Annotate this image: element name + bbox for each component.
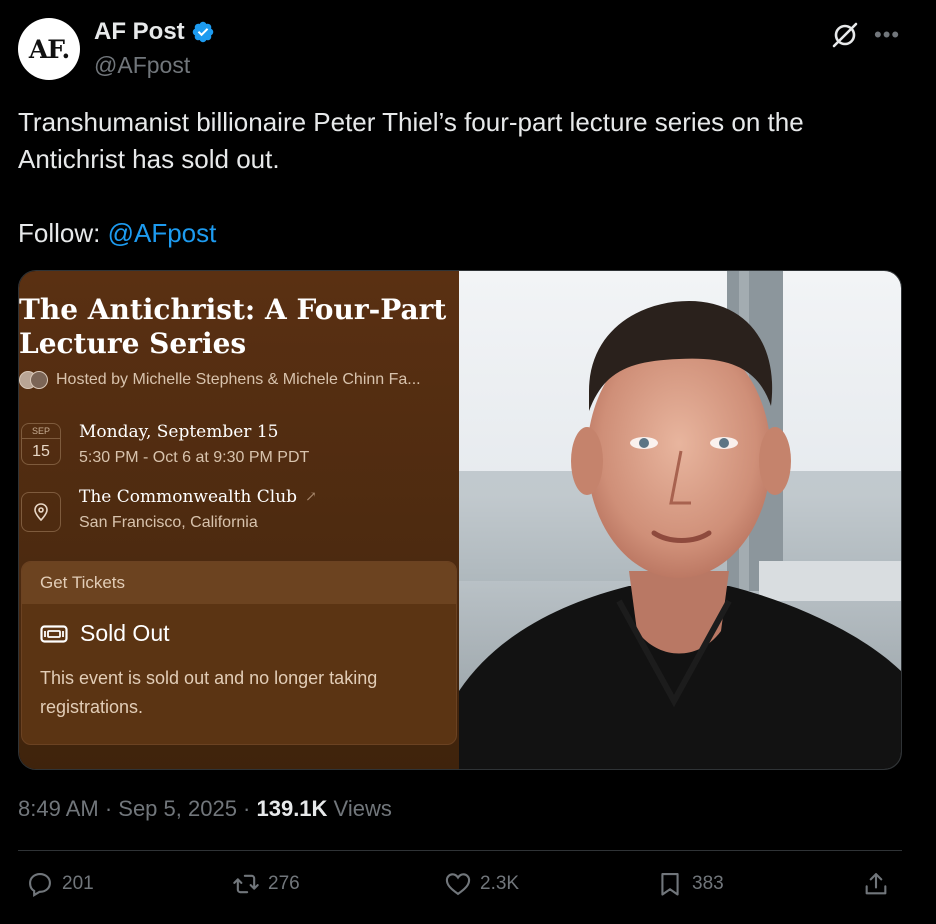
share-button[interactable] — [862, 870, 890, 898]
repost-icon — [233, 874, 259, 894]
sold-out-title: Sold Out — [80, 620, 170, 646]
like-count: 2.3K — [480, 873, 520, 894]
reply-count: 201 — [62, 873, 94, 894]
media-card[interactable]: The Antichrist: A Four-Part Lecture Seri… — [18, 270, 902, 770]
bookmark-icon — [661, 873, 679, 896]
post-meta: 8:49 AM · Sep 5, 2025 · 139.1K Views — [18, 796, 392, 822]
avatar-logo-text: AF. — [28, 34, 70, 64]
share-icon — [865, 873, 887, 895]
event-hosts: Hosted by Michelle Stephens & Michele Ch… — [19, 371, 459, 389]
event-title: The Antichrist: A Four-Part Lecture Seri… — [19, 293, 447, 360]
host-avatars — [19, 371, 48, 389]
divider — [18, 850, 902, 851]
external-arrow-icon: ↗ — [305, 489, 317, 505]
follow-handle-link[interactable]: @AFpost — [108, 218, 217, 248]
author-avatar[interactable]: AF. — [18, 18, 80, 80]
tickets-panel: Get Tickets Sold Out This event is sold … — [21, 561, 457, 745]
author-handle[interactable]: @AFpost — [94, 52, 190, 79]
repost-button[interactable]: 276 — [232, 870, 300, 898]
event-screenshot: The Antichrist: A Four-Part Lecture Seri… — [19, 271, 459, 769]
event-date: Monday, September 15 — [79, 422, 279, 442]
follow-line: Follow: @AFpost — [18, 215, 216, 252]
venue-name: The Commonwealth Club — [79, 487, 298, 507]
bookmark-button[interactable]: 383 — [656, 870, 724, 898]
post-timestamp[interactable]: 8:49 AM · Sep 5, 2025 · — [18, 796, 256, 821]
event-time: 5:30 PM - Oct 6 at 9:30 PM PDT — [79, 449, 310, 466]
heart-icon — [445, 873, 471, 896]
hosts-text: Hosted by Michelle Stephens & Michele Ch… — [56, 371, 421, 388]
more-options-icon[interactable]: ••• — [874, 22, 900, 48]
event-venue: The Commonwealth Club ↗ — [79, 487, 317, 507]
bookmark-count: 383 — [692, 873, 724, 894]
sold-out-row: Sold Out — [40, 620, 170, 647]
follow-label: Follow: — [18, 218, 108, 248]
calendar-icon: SEP 15 — [21, 423, 61, 465]
location-pin-icon — [21, 492, 61, 532]
sold-out-description: This event is sold out and no longer tak… — [40, 668, 378, 717]
author-name[interactable]: AF Post — [94, 18, 185, 46]
repost-count: 276 — [268, 873, 300, 894]
portrait-photo — [459, 271, 901, 769]
reply-button[interactable]: 201 — [26, 870, 94, 898]
date-day: 15 — [32, 443, 50, 460]
date-month: SEP — [22, 424, 60, 439]
tickets-header: Get Tickets — [22, 562, 456, 604]
like-button[interactable]: 2.3K — [444, 870, 519, 898]
views-count: 139.1K — [256, 796, 328, 821]
grok-icon[interactable] — [830, 20, 860, 50]
ticket-icon — [40, 624, 68, 643]
reply-icon — [29, 873, 51, 897]
event-city: San Francisco, California — [79, 514, 258, 531]
verified-badge-icon — [192, 21, 213, 43]
views-label: Views — [327, 796, 392, 821]
post-text: Transhumanist billionaire Peter Thiel’s … — [18, 107, 804, 174]
author-name-row: AF Post — [94, 18, 215, 46]
